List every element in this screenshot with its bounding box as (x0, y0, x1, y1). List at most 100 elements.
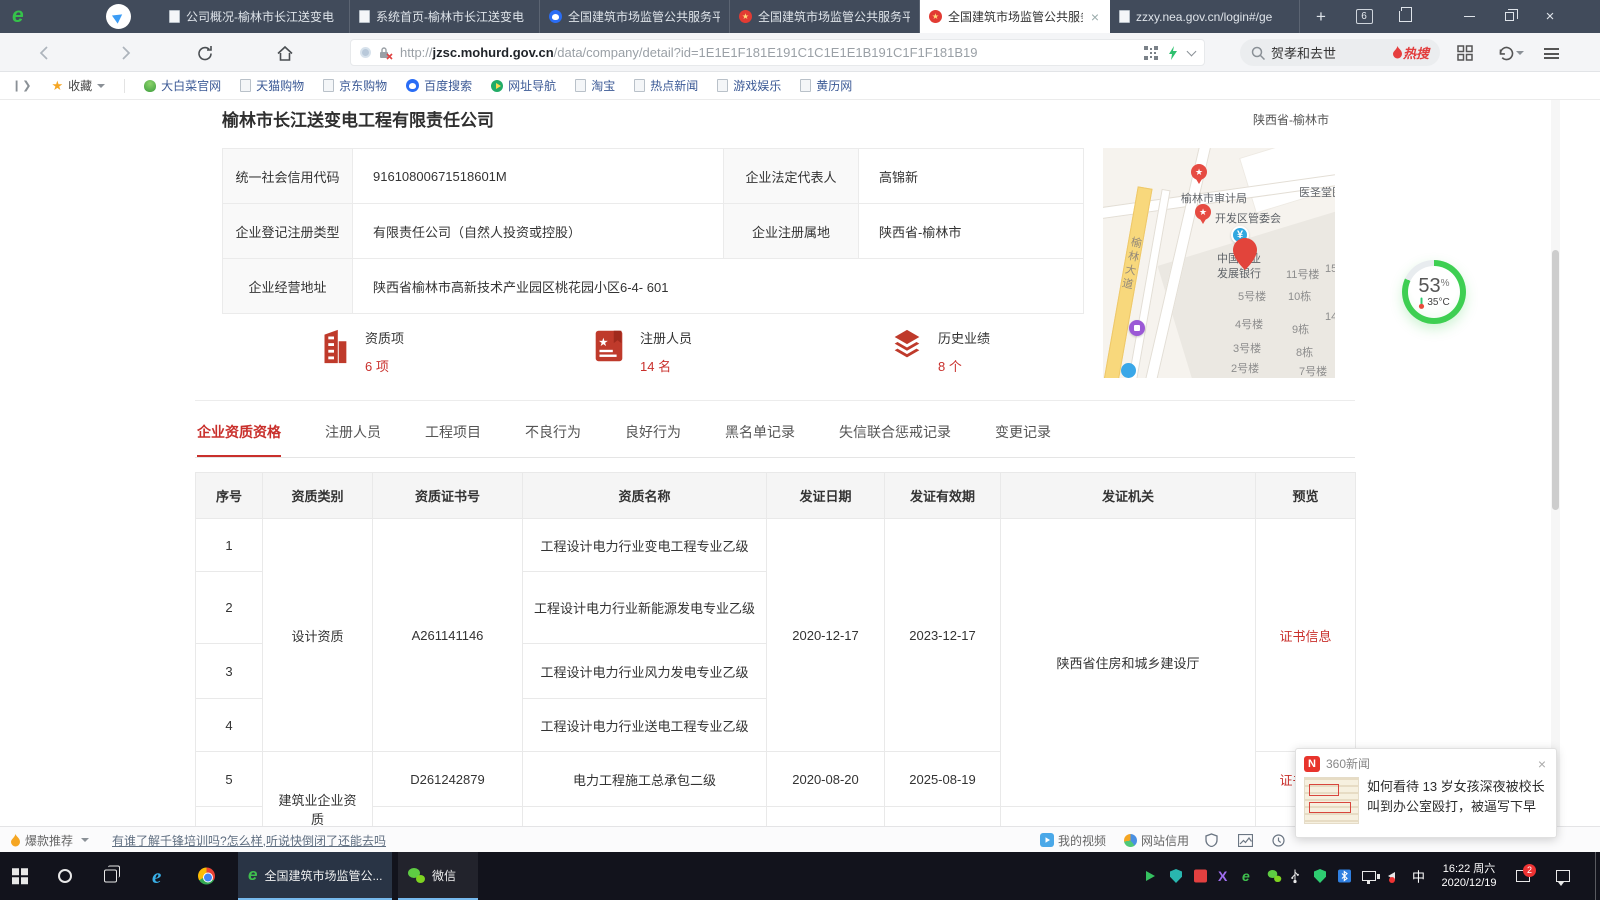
hot-recommend-label[interactable]: 爆款推荐 (25, 832, 73, 849)
tab-projects[interactable]: 工程项目 (425, 422, 481, 457)
map-shop-pin[interactable] (1129, 320, 1145, 336)
window-close-button[interactable]: × (1532, 0, 1568, 33)
taskbar-app-ie[interactable]: e (152, 866, 161, 886)
task-view-button[interactable] (104, 870, 117, 883)
browser-tab-4[interactable]: ★ 全国建筑市场监管公共服务平 (730, 0, 920, 33)
tray-thunder-icon[interactable]: X (1218, 868, 1227, 884)
map-location-pin[interactable] (1233, 238, 1257, 270)
stat-registered-staff[interactable]: ★ 注册人员14 名 (590, 327, 692, 375)
navigation-compass-icon[interactable] (106, 4, 131, 29)
map-panel[interactable]: 榆林大道 榆林市审计局 医圣堂医药 开发区管委会 中国农业 发展银行 11号楼 … (1103, 148, 1335, 378)
tray-message-icon[interactable]: 2 (1516, 870, 1530, 882)
tab-count-badge[interactable]: 6 (1352, 0, 1376, 33)
popup-close-icon[interactable]: × (1536, 756, 1548, 772)
search-query[interactable]: 贺孝和去世 (1271, 43, 1336, 62)
tray-volume-icon[interactable] (1388, 872, 1395, 880)
news-item[interactable]: 如何看待 13 岁女孩深夜被校长叫到办公室殴打，被逼写下早恋检讨... (1296, 774, 1556, 827)
lightning-icon[interactable] (1168, 46, 1178, 60)
chevron-down-icon[interactable] (1187, 46, 1197, 56)
recommended-link[interactable]: 有谁了解千锋培训吗?怎么样,听说快倒闭了还能去吗 (112, 832, 386, 849)
insecure-lock-icon[interactable] (378, 46, 393, 60)
bookmark-item[interactable]: 网址导航 (491, 77, 556, 94)
tab-blacklist[interactable]: 黑名单记录 (725, 422, 795, 457)
browser-tab-6[interactable]: zzxy.nea.gov.cn/login#/ge (1110, 0, 1300, 33)
system-gauge-widget[interactable]: 53% 35°C (1402, 260, 1466, 324)
tray-wechat-icon[interactable] (1266, 869, 1283, 884)
favorites-button[interactable]: ★ 收藏 (51, 77, 105, 94)
speed-mode-button[interactable] (1272, 827, 1285, 853)
news-headline[interactable]: 如何看待 13 岁女孩深夜被校长叫到办公室殴打，被逼写下早恋检讨... (1367, 777, 1548, 819)
window-minimize-button[interactable] (1452, 0, 1486, 33)
address-bar[interactable]: http://jzsc.mohurd.gov.cn/data/company/d… (350, 39, 1205, 66)
tray-downloader-icon[interactable] (1146, 871, 1155, 881)
home-button[interactable] (272, 40, 298, 66)
back-button[interactable] (32, 40, 58, 66)
divider (124, 79, 125, 93)
show-desktop-button[interactable] (1595, 852, 1600, 900)
apps-grid-button[interactable] (1452, 40, 1478, 66)
taskbar-wechat-window[interactable]: 微信 (398, 852, 478, 900)
action-center-button[interactable] (1556, 870, 1570, 882)
taskbar-active-window[interactable]: e 全国建筑市场监管公... (238, 852, 392, 900)
hot-search-button[interactable]: 热搜 (1392, 43, 1429, 62)
window-restore-button[interactable] (1492, 0, 1526, 33)
bookmark-item[interactable]: 游戏娱乐 (717, 77, 781, 94)
map-pin[interactable] (1121, 363, 1136, 378)
tab-dishonesty-records[interactable]: 失信联合惩戒记录 (839, 422, 951, 457)
tab-change-records[interactable]: 变更记录 (995, 422, 1051, 457)
refresh-button[interactable] (192, 40, 218, 66)
bookmark-item[interactable]: 热点新闻 (634, 77, 698, 94)
bookmark-item[interactable]: 大白菜官网 (144, 77, 221, 94)
site-info-icon[interactable] (360, 47, 371, 58)
stat-qualifications[interactable]: 资质项6 项 (315, 327, 404, 375)
new-tab-button[interactable]: + (1308, 0, 1334, 33)
tab-stack-icon[interactable] (1392, 0, 1418, 33)
browser-tab-5-active[interactable]: ★ 全国建筑市场监管公共服务平 × (920, 0, 1110, 33)
bookmark-item[interactable]: 天猫购物 (240, 77, 304, 94)
bookmark-item[interactable]: 百度搜索 (406, 77, 472, 94)
tray-antivirus-icon[interactable] (1314, 869, 1326, 883)
tab-good-behavior[interactable]: 良好行为 (625, 422, 681, 457)
url-text[interactable]: http://jzsc.mohurd.gov.cn/data/company/d… (400, 45, 978, 60)
browser-logo-icon[interactable]: e (12, 4, 24, 28)
tray-security-shield-icon[interactable] (1170, 869, 1182, 883)
sidebar-expander-icon[interactable]: ❙❯ (12, 79, 32, 92)
cortana-button[interactable] (58, 869, 72, 883)
tab-close-icon[interactable]: × (1089, 10, 1101, 24)
history-undo-button[interactable] (1494, 40, 1526, 66)
browser-tab-3[interactable]: 全国建筑市场监管公共服务平 (540, 0, 730, 33)
certificate-info-link[interactable]: 证书信息 (1279, 629, 1331, 644)
map-star-pin[interactable]: ★ (1195, 204, 1211, 220)
my-videos-button[interactable]: 我的视频 (1040, 827, 1106, 853)
tray-red-app-icon[interactable] (1194, 870, 1207, 883)
map-star-pin[interactable]: ★ (1191, 164, 1207, 180)
scrollbar-thumb[interactable] (1552, 250, 1559, 510)
tray-display-icon[interactable] (1362, 871, 1376, 881)
tray-usb-icon[interactable] (1290, 869, 1300, 884)
tab-registered-staff[interactable]: 注册人员 (325, 422, 381, 457)
tab-bad-behavior[interactable]: 不良行为 (525, 422, 581, 457)
screenshot-button[interactable] (1238, 827, 1253, 853)
gauge-percent: 53 (1418, 276, 1440, 296)
tab-qualifications[interactable]: 企业资质资格 (197, 422, 281, 457)
qr-code-icon[interactable] (1144, 46, 1158, 60)
ime-indicator[interactable]: 中 (1412, 867, 1425, 886)
search-box[interactable]: 贺孝和去世 热搜 (1240, 39, 1440, 66)
browser-tab-1[interactable]: 公司概况-榆林市长江送变电 (160, 0, 350, 33)
page-scrollbar[interactable] (1551, 100, 1560, 826)
security-shield-button[interactable] (1205, 827, 1218, 853)
bookmark-item[interactable]: 京东购物 (323, 77, 387, 94)
site-credit-button[interactable]: 网站信用 (1124, 827, 1189, 853)
taskbar-app-browser[interactable] (198, 868, 215, 885)
tray-360-browser-icon[interactable]: e (1242, 867, 1250, 885)
tray-bluetooth-icon[interactable] (1338, 870, 1351, 883)
forward-button[interactable] (112, 40, 138, 66)
menu-button[interactable] (1538, 40, 1564, 66)
browser-tab-2[interactable]: 系统首页-榆林市长江送变电 (350, 0, 540, 33)
start-button[interactable] (12, 868, 28, 884)
bookmark-item[interactable]: 黄历网 (800, 77, 852, 94)
stat-history-performance[interactable]: 历史业绩8 个 (888, 327, 990, 375)
taskbar-clock[interactable]: 16:22 周六 2020/12/19 (1432, 862, 1506, 890)
caret-down-icon[interactable] (81, 838, 89, 842)
bookmark-item[interactable]: 淘宝 (575, 77, 615, 94)
